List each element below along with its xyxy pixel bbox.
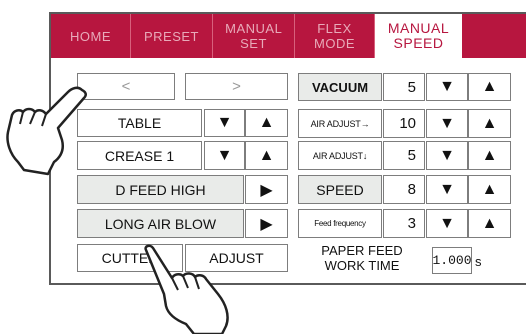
speed-up-button[interactable]: ▲ bbox=[468, 175, 511, 204]
paper-feed-line1: PAPER FEED bbox=[321, 243, 403, 258]
crease-up-button[interactable]: ▲ bbox=[245, 141, 288, 170]
air-adjust-horizontal-value: 10 bbox=[383, 109, 425, 138]
arrow-down-icon: ▼ bbox=[439, 78, 455, 95]
arrow-down-icon: ▼ bbox=[439, 146, 455, 164]
play-icon: ▶ bbox=[260, 181, 273, 199]
seconds-unit: s bbox=[475, 254, 482, 269]
feed-frequency-down-button[interactable]: ▼ bbox=[426, 209, 468, 238]
vacuum-value: 5 bbox=[383, 73, 425, 101]
tab-flex-mode[interactable]: FLEX MODE bbox=[295, 14, 375, 58]
tab-preset[interactable]: PRESET bbox=[131, 14, 213, 58]
arrow-up-icon: ▲ bbox=[481, 78, 498, 95]
air-adjust-vertical-up-button[interactable]: ▲ bbox=[468, 141, 511, 170]
paper-feed-time-field[interactable]: 1.000 bbox=[432, 247, 472, 274]
speed-down-button[interactable]: ▼ bbox=[426, 175, 468, 204]
arrow-up-icon: ▲ bbox=[258, 146, 275, 164]
arrow-down-icon: ▼ bbox=[439, 114, 455, 132]
arrow-up-icon: ▲ bbox=[481, 214, 498, 232]
tab-bar: HOME PRESET MANUAL SET FLEX MODE MANUAL … bbox=[51, 14, 526, 58]
crease-button[interactable]: CREASE 1 bbox=[77, 141, 202, 170]
next-button[interactable]: > bbox=[185, 73, 288, 100]
air-adjust-horizontal-down-button[interactable]: ▼ bbox=[426, 109, 468, 138]
air-adjust-vertical-value: 5 bbox=[383, 141, 425, 170]
table-down-button[interactable]: ▼ bbox=[204, 109, 245, 137]
d-feed-play-button[interactable]: ▶ bbox=[245, 175, 288, 204]
arrow-down-icon: ▼ bbox=[216, 114, 233, 131]
pointing-hand-icon bbox=[144, 244, 229, 334]
feed-frequency-label: Feed frequency bbox=[298, 209, 382, 238]
arrow-up-icon: ▲ bbox=[481, 180, 498, 198]
feed-frequency-up-button[interactable]: ▲ bbox=[468, 209, 511, 238]
arrow-down-icon: ▼ bbox=[439, 214, 455, 232]
speed-value: 8 bbox=[383, 175, 425, 204]
vacuum-down-button[interactable]: ▼ bbox=[426, 73, 468, 101]
arrow-up-icon: ▲ bbox=[481, 146, 498, 164]
tab-manual-set[interactable]: MANUAL SET bbox=[213, 14, 295, 58]
tab-home[interactable]: HOME bbox=[51, 14, 131, 58]
air-adjust-vertical-down-button[interactable]: ▼ bbox=[426, 141, 468, 170]
play-icon: ▶ bbox=[260, 215, 273, 233]
long-air-blow-button[interactable]: LONG AIR BLOW bbox=[77, 209, 244, 238]
paper-feed-line2: WORK TIME bbox=[324, 258, 400, 273]
crease-down-button[interactable]: ▼ bbox=[204, 141, 245, 170]
table-button[interactable]: TABLE bbox=[77, 109, 202, 137]
arrow-up-icon: ▲ bbox=[258, 114, 275, 131]
tab-manual-speed[interactable]: MANUAL SPEED bbox=[375, 14, 462, 58]
pointing-hand-icon bbox=[6, 86, 87, 176]
table-up-button[interactable]: ▲ bbox=[245, 109, 288, 137]
arrow-down-icon: ▼ bbox=[216, 146, 233, 164]
air-adjust-horizontal-up-button[interactable]: ▲ bbox=[468, 109, 511, 138]
air-adjust-horizontal-label: AIR ADJUST→ bbox=[298, 109, 382, 138]
paper-feed-work-time-label: PAPER FEED WORK TIME bbox=[302, 243, 422, 273]
speed-label: SPEED bbox=[298, 175, 382, 204]
arrow-down-icon: ▼ bbox=[439, 180, 455, 198]
prev-button[interactable]: < bbox=[77, 73, 175, 100]
d-feed-high-button[interactable]: D FEED HIGH bbox=[77, 175, 244, 204]
vacuum-label: VACUUM bbox=[298, 73, 382, 101]
feed-frequency-value: 3 bbox=[383, 209, 425, 238]
arrow-up-icon: ▲ bbox=[481, 114, 498, 132]
vacuum-up-button[interactable]: ▲ bbox=[468, 73, 511, 101]
air-adjust-vertical-label: AIR ADJUST↓ bbox=[298, 141, 382, 170]
long-air-play-button[interactable]: ▶ bbox=[245, 209, 288, 238]
